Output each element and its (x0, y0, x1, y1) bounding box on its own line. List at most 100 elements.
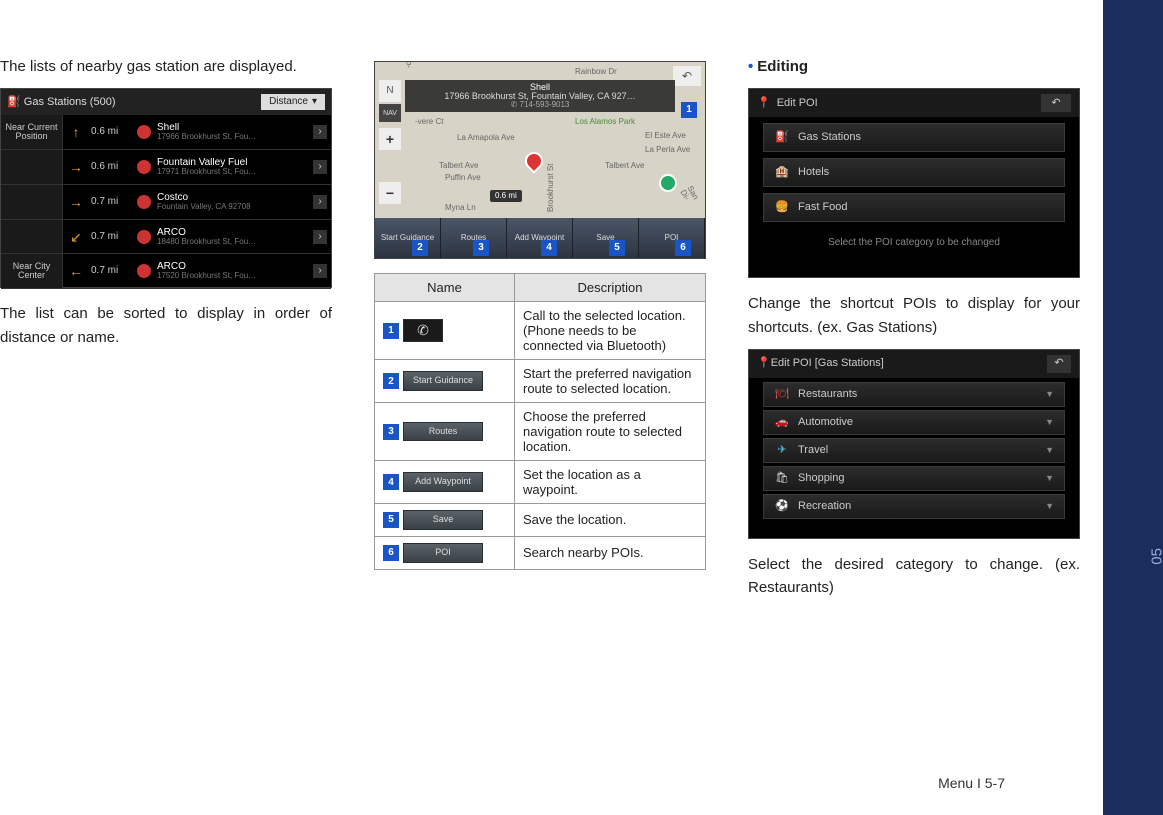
chevron-right-icon[interactable]: › (313, 125, 327, 139)
description-cell: Save the location. (515, 504, 706, 537)
filter-button[interactable]: Near City Center (1, 254, 62, 289)
distance-badge: 0.6 mi (490, 190, 522, 202)
chevron-right-icon[interactable]: › (313, 160, 327, 174)
body-text: Select the desired category to change. (… (748, 553, 1080, 600)
zoom-in-button[interactable]: + (379, 128, 401, 150)
category-icon: 🍔 (774, 202, 790, 213)
distance: 0.6 mi (91, 127, 131, 137)
callout-badge: 3 (473, 240, 489, 256)
map-tab[interactable]: Start Guidance (375, 218, 441, 258)
list-item[interactable]: ⛽Gas Stations (763, 123, 1065, 152)
list-item[interactable]: ✈Travel▼ (763, 438, 1065, 463)
chevron-right-icon[interactable]: › (313, 264, 327, 278)
direction-arrow-icon: → (67, 160, 85, 174)
category-icon: ✈ (774, 445, 790, 456)
ui-button[interactable]: POI (403, 543, 483, 563)
chevron-down-icon: ▼ (1045, 446, 1054, 455)
callout-badge: 4 (383, 474, 399, 490)
distance: 0.7 mi (91, 232, 131, 242)
callout-badge: 6 (675, 240, 691, 256)
back-button[interactable]: ↶ (1047, 355, 1071, 373)
page-footer: Menu I 5-7 (938, 775, 1005, 791)
distance: 0.6 mi (91, 162, 131, 172)
filter-button[interactable] (1, 220, 62, 255)
list-item[interactable]: 🍔Fast Food (763, 193, 1065, 222)
compass-button[interactable]: N (379, 80, 401, 102)
ui-button[interactable]: Save (403, 510, 483, 530)
poi-logo-icon (137, 230, 151, 244)
chevron-down-icon: ▼ (1045, 390, 1054, 399)
category-icon: 🍽 (774, 389, 790, 400)
list-item[interactable]: 🛍Shopping▼ (763, 466, 1065, 491)
description-cell: Set the location as a waypoint. (515, 461, 706, 504)
chevron-right-icon[interactable]: › (313, 230, 327, 244)
category-icon: 🚗 (774, 417, 790, 428)
chevron-right-icon[interactable]: › (313, 195, 327, 209)
callout-badge: 2 (383, 373, 399, 389)
list-item[interactable]: → 0.6 mi Fountain Valley Fuel17971 Brook… (63, 150, 331, 185)
category-icon: ⚽ (774, 501, 790, 512)
table-header-name: Name (375, 274, 515, 302)
filter-button[interactable]: Near Current Position (1, 115, 62, 150)
map-tab[interactable]: Save (573, 218, 639, 258)
direction-arrow-icon: → (67, 195, 85, 209)
table-row: 4Add Waypoint Set the location as a wayp… (375, 461, 706, 504)
sort-button[interactable]: Distance ▾ (261, 94, 325, 110)
table-header-desc: Description (515, 274, 706, 302)
direction-arrow-icon: ↑ (67, 125, 85, 139)
ui-button[interactable]: Routes (403, 422, 483, 442)
filter-button[interactable] (1, 150, 62, 185)
filter-button[interactable] (1, 185, 62, 220)
back-button[interactable]: ↶ (673, 66, 701, 86)
body-text: Change the shortcut POIs to display for … (748, 292, 1080, 339)
map-tab[interactable]: POI (639, 218, 705, 258)
list-item[interactable]: ↑ 0.6 mi Shell17966 Brookhurst St, Fou… … (63, 115, 331, 150)
screenshot-gas-stations: ⛽ Gas Stations (500) Distance ▾ Near Cur… (0, 88, 332, 288)
hint-text: Select the POI category to be changed (749, 238, 1079, 248)
ui-button[interactable]: ✆ (403, 319, 443, 342)
list-item[interactable]: ↙ 0.7 mi ARCO18480 Brookhurst St, Fou… › (63, 220, 331, 255)
screenshot-map: Rainbow Dr ↶ Shell 17966 Brookhurst St, … (374, 61, 706, 259)
screenshot-edit-poi-cat: 📍Edit POI [Gas Stations] ↶ 🍽Restaurants▼… (748, 349, 1080, 539)
ui-button[interactable]: Start Guidance (403, 371, 483, 391)
table-row: 6POI Search nearby POIs. (375, 536, 706, 569)
callout-badge: 3 (383, 424, 399, 440)
description-cell: Call to the selected location. (Phone ne… (515, 302, 706, 360)
table-row: 2Start Guidance Start the preferred navi… (375, 360, 706, 403)
address-bar: Shell 17966 Brookhurst St, Fountain Vall… (405, 80, 675, 112)
list-item[interactable]: 🚗Automotive▼ (763, 410, 1065, 435)
list-item[interactable]: 🍽Restaurants▼ (763, 382, 1065, 407)
table-row: 3Routes Choose the preferred navigation … (375, 403, 706, 461)
back-button[interactable]: ↶ (1041, 94, 1071, 112)
list-item[interactable]: → 0.7 mi CostcoFountain Valley, CA 92708… (63, 185, 331, 220)
description-cell: Start the preferred navigation route to … (515, 360, 706, 403)
direction-arrow-icon: ↙ (67, 230, 85, 244)
distance: 0.7 mi (91, 197, 131, 207)
zoom-out-button[interactable]: − (379, 182, 401, 204)
table-row: 5Save Save the location. (375, 504, 706, 537)
callout-badge: 2 (412, 240, 428, 256)
list-item[interactable]: ⚽Recreation▼ (763, 494, 1065, 519)
list-item[interactable]: ← 0.7 mi ARCO17520 Brookhurst St, Fou… › (63, 254, 331, 289)
map-pin-icon (525, 152, 543, 170)
body-text: The lists of nearby gas station are disp… (0, 55, 332, 78)
poi-logo-icon (137, 195, 151, 209)
chevron-down-icon: ▼ (1045, 418, 1054, 427)
callout-badge: 4 (541, 240, 557, 256)
poi-logo-icon (137, 125, 151, 139)
ui-button[interactable]: Add Waypoint (403, 472, 483, 492)
nav-button[interactable]: NAV (379, 104, 401, 122)
callout-1: 1 (681, 102, 697, 118)
chapter-tab: 05 (1103, 0, 1163, 815)
callout-badge: 5 (609, 240, 625, 256)
chevron-down-icon: ▼ (1045, 502, 1054, 511)
description-cell: Search nearby POIs. (515, 536, 706, 569)
description-table: Name Description 1✆ Call to the selected… (374, 273, 706, 570)
car-icon (659, 174, 677, 192)
list-item[interactable]: 🏨Hotels (763, 158, 1065, 187)
map-tab[interactable]: Add Waypoint (507, 218, 573, 258)
category-icon: ⛽ (774, 132, 790, 143)
screenshot-edit-poi: 📍Edit POI ↶ ⛽Gas Stations🏨Hotels🍔Fast Fo… (748, 88, 1080, 278)
callout-badge: 5 (383, 512, 399, 528)
callout-badge: 6 (383, 545, 399, 561)
